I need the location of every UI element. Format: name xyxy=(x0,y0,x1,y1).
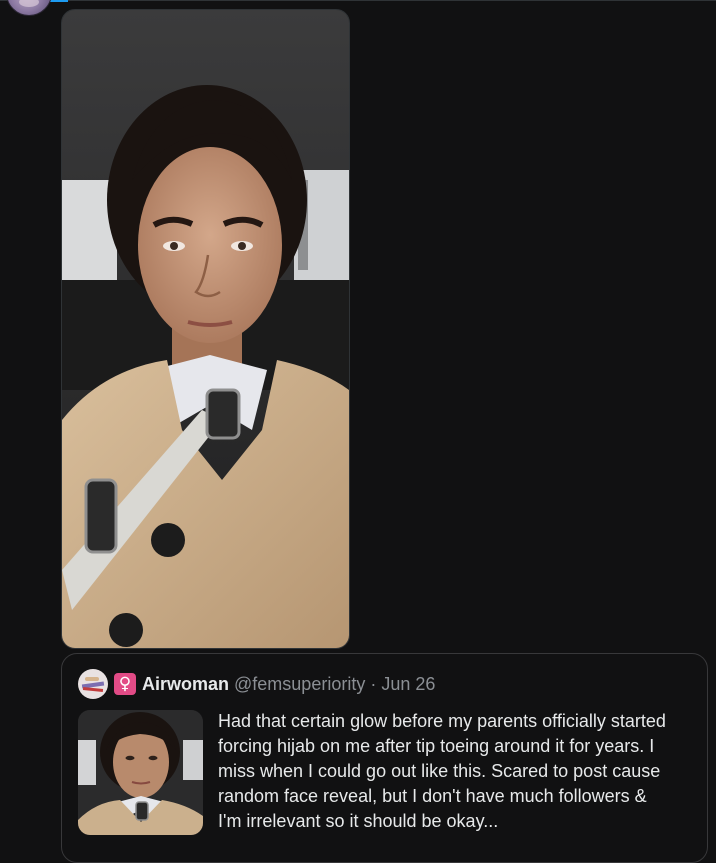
quote-tweet-header: ♀ Airwoman @femsuperiority · Jun 26 xyxy=(78,669,435,699)
female-sign-icon: ♀ xyxy=(114,673,136,695)
author-name[interactable]: Airwoman xyxy=(142,674,229,695)
selfie-image xyxy=(62,10,349,648)
quote-tweet-photo[interactable] xyxy=(78,710,203,835)
tweet-photo[interactable] xyxy=(61,9,350,649)
quote-tweet[interactable]: ♀ Airwoman @femsuperiority · Jun 26 Had … xyxy=(61,653,708,863)
tweet-date[interactable]: Jun 26 xyxy=(381,674,435,695)
thread-line-accent xyxy=(50,0,68,2)
avatar[interactable] xyxy=(78,669,108,699)
author-handle[interactable]: @femsuperiority xyxy=(234,674,365,695)
separator: · xyxy=(370,673,377,694)
quote-tweet-text: Had that certain glow before my parents … xyxy=(218,711,666,831)
timeline-divider xyxy=(0,0,716,1)
selfie-thumbnail xyxy=(78,710,203,835)
avatar[interactable] xyxy=(6,0,52,16)
